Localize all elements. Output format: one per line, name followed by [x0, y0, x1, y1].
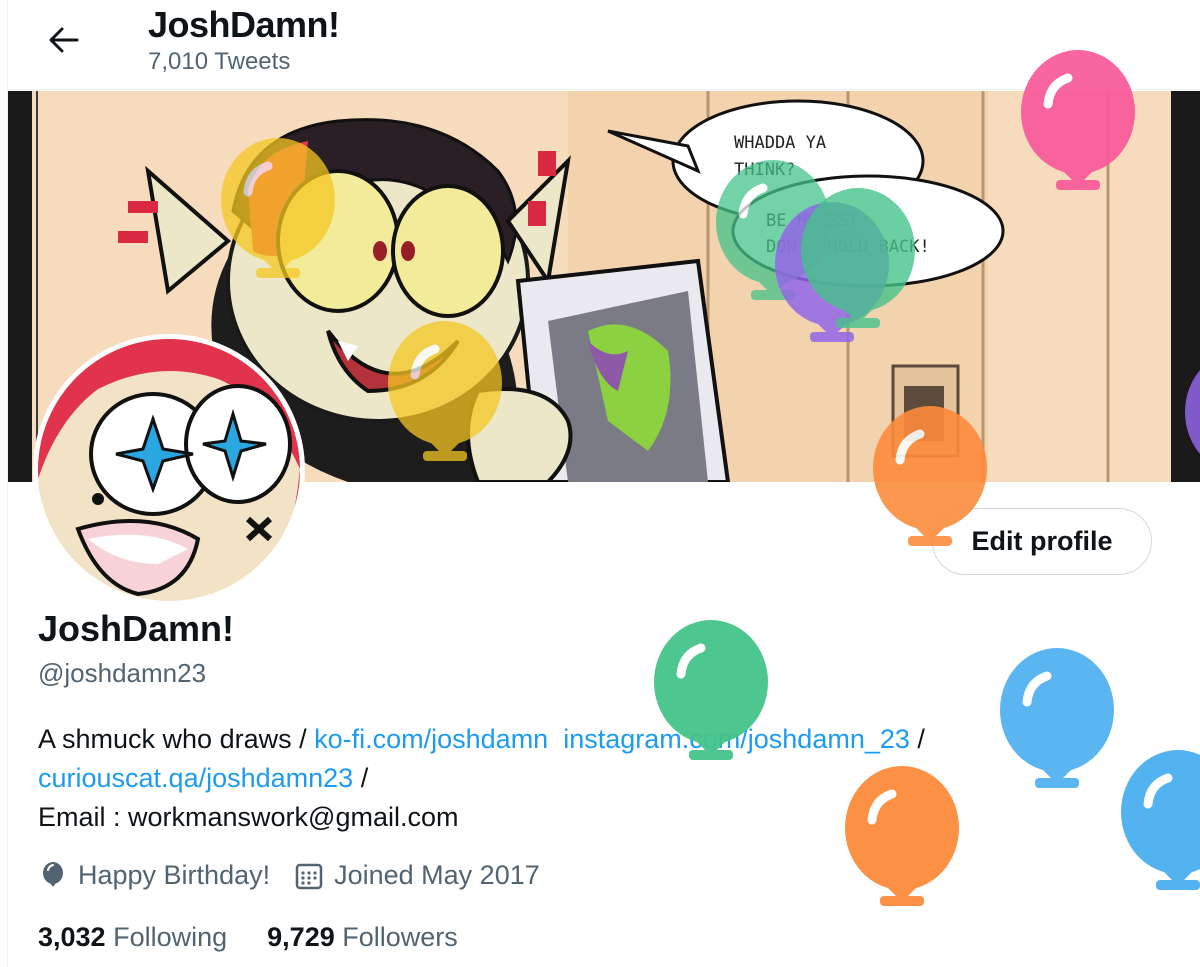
joined-text: Joined May 2017: [334, 860, 540, 890]
profile-name: JoshDamn!: [38, 608, 235, 649]
bio-link-instagram[interactable]: instagram.com/joshdamn_23: [563, 724, 910, 754]
followers-link[interactable]: 9,729 Followers: [267, 922, 458, 953]
balloon-icon: [43, 861, 63, 887]
calendar-icon: [295, 863, 323, 889]
bubble-2-line-2: DON'T HOLD BACK!: [766, 237, 930, 257]
bubble-1-line-2: THINK?: [734, 160, 795, 180]
birthday-item: Happy Birthday!: [38, 860, 270, 891]
bio-separator: /: [353, 763, 369, 793]
profile-handle: @joshdamn23: [38, 658, 207, 688]
profile-meta: Happy Birthday! Joined May 2017: [38, 860, 564, 891]
bio-link-kofi[interactable]: ko-fi.com/joshdamn: [314, 724, 548, 754]
bio-link-curiouscat[interactable]: curiouscat.qa/joshdamn23: [38, 763, 353, 793]
bio-email: Email : workmanswork@gmail.com: [38, 802, 459, 832]
back-button[interactable]: [38, 18, 90, 62]
profile-bio: A shmuck who draws / ko-fi.com/joshdamn …: [38, 720, 1078, 837]
following-link[interactable]: 3,032 Following: [38, 922, 227, 953]
profile-stats: 3,032 Following 9,729 Followers: [38, 922, 498, 953]
balloon-icon: [1121, 750, 1200, 890]
followers-count: 9,729: [267, 922, 335, 952]
following-count: 3,032: [38, 922, 106, 952]
header-divider: [8, 89, 1200, 90]
bio-separator: /: [909, 724, 925, 754]
avatar[interactable]: [33, 334, 305, 606]
joined-item: Joined May 2017: [294, 860, 540, 891]
bubble-2-line-1: BE HONEST: [766, 211, 858, 231]
birthday-text: Happy Birthday!: [78, 860, 271, 890]
arrow-left-icon: [49, 27, 79, 53]
tweet-count: 7,010 Tweets: [148, 48, 291, 75]
followers-label: Followers: [342, 922, 458, 952]
bubble-1-line-1: WHADDA YA: [734, 133, 826, 153]
header-title: JoshDamn!: [148, 4, 340, 45]
bio-text: A shmuck who draws /: [38, 724, 315, 754]
following-label: Following: [113, 922, 228, 952]
edit-profile-button[interactable]: Edit profile: [932, 508, 1152, 575]
